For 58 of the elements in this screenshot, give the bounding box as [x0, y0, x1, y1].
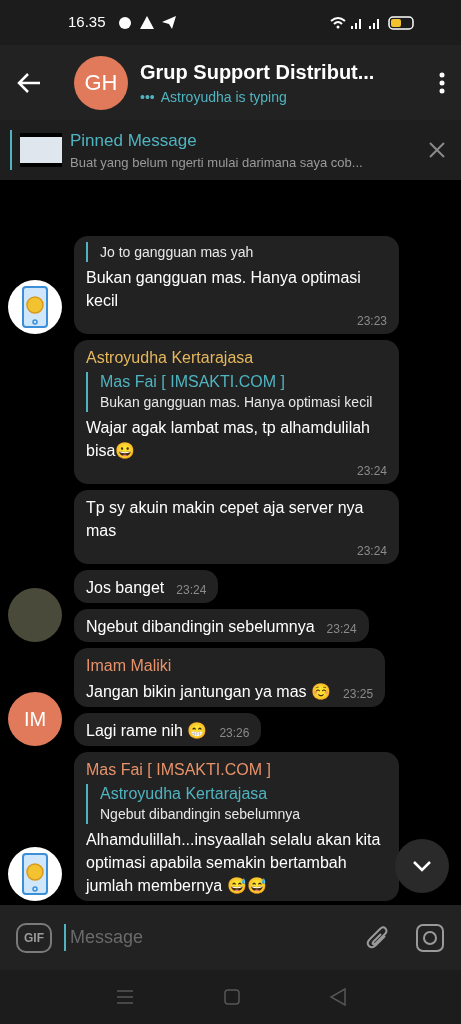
gif-button[interactable]: GIF: [16, 922, 52, 953]
message-time: 23:23: [356, 313, 387, 330]
group-avatar[interactable]: [8, 847, 62, 901]
message-text: Jangan bikin jantungan ya mas ☺: [86, 682, 332, 702]
status-time: 16.35: [68, 12, 106, 33]
back-arrow-icon[interactable]: [16, 71, 42, 94]
sender-name: Imam Maliki: [86, 656, 173, 676]
message-bubble[interactable]: Ngebut dibandingin sebelumnya 23:24: [74, 609, 369, 642]
reply-quote[interactable]: Astroyudha Kertarajasa Ngebut dibandingin sebelumnya: [86, 784, 387, 824]
sender-name: Mas Fai [ IMSAKTI.COM ]: [86, 760, 272, 780]
message-time: 23:25: [343, 686, 374, 703]
message-input[interactable]: Message: [64, 924, 353, 951]
more-menu-icon[interactable]: [439, 71, 445, 94]
message-text: Wajar agak lambat mas, tp alhamdulilah bisa😀: [86, 418, 371, 461]
pinned-bar[interactable]: Pinned Message Buat yang belum ngerti mulai darimana saya cob...: [0, 120, 461, 180]
typing-dots: •••: [140, 88, 155, 107]
chevron-down-icon: [412, 860, 432, 872]
typing-status: Astroyudha is typing: [160, 88, 287, 107]
scroll-down-button[interactable]: [395, 839, 449, 893]
message-bubble[interactable]: Jo to gangguan mas yah Bukan gangguan mas. Hanya optimasi kecil 23:23: [74, 236, 399, 334]
message-bubble[interactable]: Imam Maliki Jangan bikin jantungan ya mas ☺ 23:25: [74, 648, 386, 707]
message-composer[interactable]: GIF Message: [0, 905, 461, 970]
pinned-thumbnail: [20, 133, 62, 167]
send-arrow-icon: [161, 16, 176, 29]
message-bubble[interactable]: Lagi rame nih 😁 23:26: [74, 713, 262, 746]
reply-quote[interactable]: Mas Fai [ IMSAKTI.COM ] Bukan gangguan mas. Hanya optimasi kecil: [86, 372, 387, 412]
phone-coin-icon: [21, 286, 49, 328]
message-bubble[interactable]: Tp sy akuin makin cepet aja server nya mas 23:24: [74, 490, 399, 564]
pinned-text: Buat yang belum ngerti mulai darimana saya cob...: [70, 154, 364, 172]
message-time: 23:24: [356, 463, 387, 480]
phone-coin-icon: [21, 853, 49, 895]
message-text: Alhamdulillah...insyaallah selalu akan kita optimasi apabila semakin bertambah jumlah membernya 😅😅: [86, 830, 382, 896]
group-avatar[interactable]: [8, 280, 62, 334]
quote-author: Astroyudha Kertarajasa: [100, 784, 269, 804]
message-bubble[interactable]: Astroyudha Kertarajasa Mas Fai [ IMSAKTI.COM ] Bukan gangguan mas. Hanya optimasi kecil Wajar agak lambat mas, tp alhamdulilah bisa😀 23:24: [74, 340, 399, 484]
message-text: Ngebut dibandingin sebelumnya: [86, 617, 315, 637]
message-text: Lagi rame nih 😁: [86, 721, 208, 741]
browser-icon: [117, 15, 132, 30]
sender-name: Astroyudha Kertarajasa: [86, 348, 255, 368]
message-time: 23:24: [176, 582, 207, 599]
reply-quote[interactable]: Jo to gangguan mas yah: [86, 242, 387, 262]
message-bubble[interactable]: Mas Fai [ IMSAKTI.COM ] Astroyudha Kertarajasa Ngebut dibandingin sebelumnya Alhamdulillah...insyaallah selalu akan kita optimasi apabila semakin bertambah jumlah membernya 😅😅: [74, 752, 399, 901]
close-icon[interactable]: [429, 142, 445, 158]
message-bubble[interactable]: Jos banget 23:24: [74, 570, 219, 603]
warning-icon: [139, 16, 154, 29]
chat-title: Grup Support Distribut...: [140, 60, 376, 85]
camera-icon[interactable]: [415, 922, 445, 953]
quote-text: Bukan gangguan mas. Hanya optimasi kecil: [100, 393, 374, 412]
message-time: 23:26: [219, 725, 250, 742]
message-time: 23:24: [326, 621, 357, 638]
quote-text: Jo to gangguan mas yah: [100, 243, 255, 262]
message-text: Tp sy akuin makin cepet aja server nya mas: [86, 498, 365, 541]
pinned-title: Pinned Message: [70, 129, 198, 152]
message-text: Bukan gangguan mas. Hanya optimasi kecil: [86, 268, 362, 311]
quote-text: Ngebut dibandingin sebelumnya: [100, 805, 302, 824]
quote-author: Mas Fai [ IMSAKTI.COM ]: [100, 372, 286, 392]
message-time: 23:24: [356, 543, 387, 560]
message-text: Jos banget: [86, 578, 165, 598]
